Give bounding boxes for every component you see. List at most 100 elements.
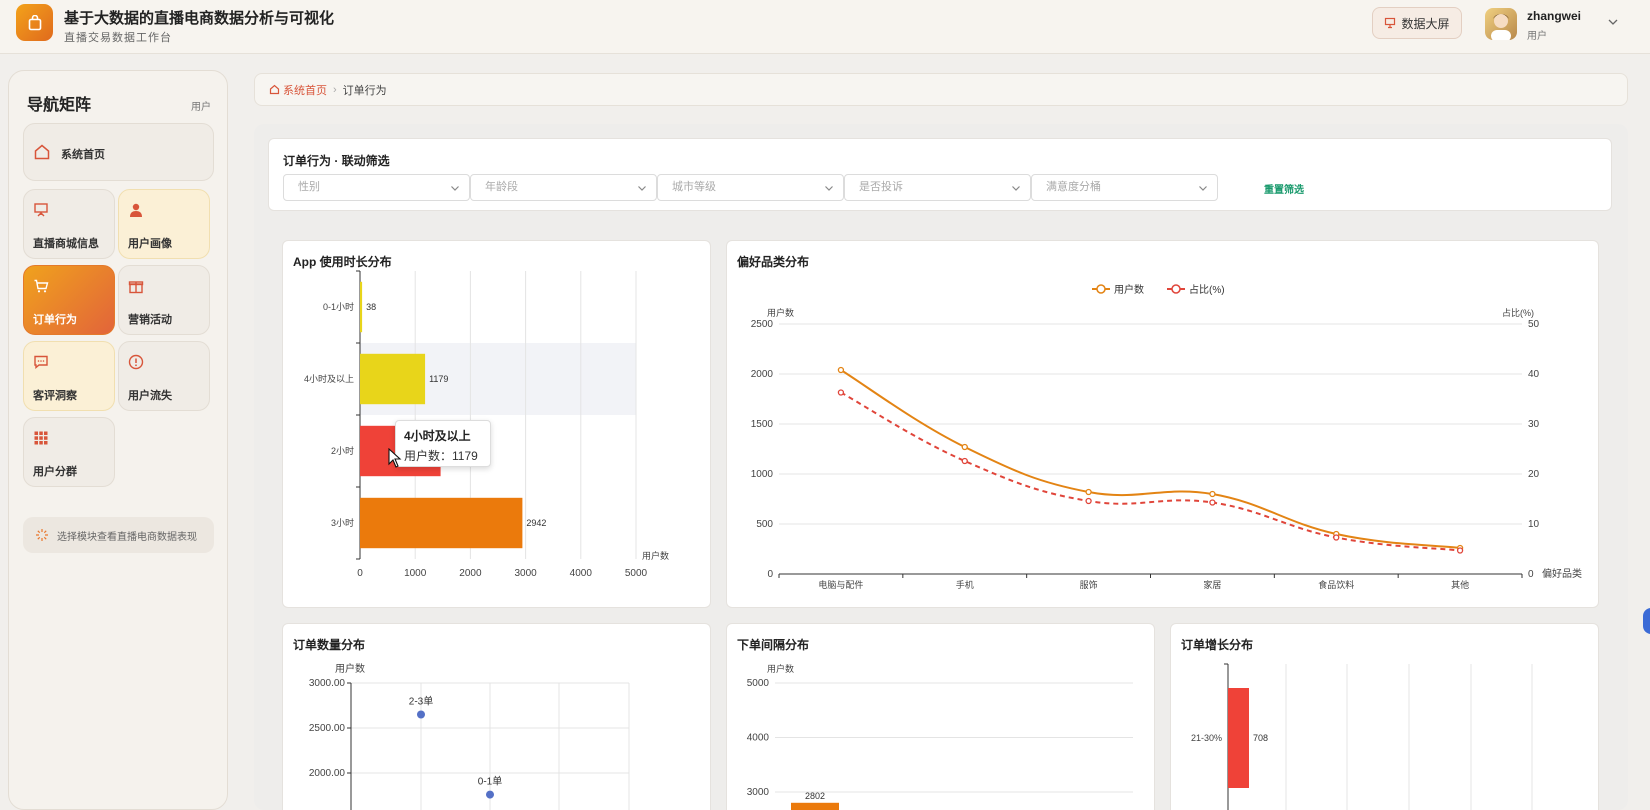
breadcrumb-current: 订单行为 — [342, 84, 387, 97]
y-category-label: 2小时 — [331, 445, 354, 456]
sidebar-item-home[interactable]: 系统首页 — [23, 123, 214, 181]
x-tick-label: 3000 — [514, 568, 537, 579]
y-right-axis-name: 占比(%) — [1502, 307, 1534, 318]
y-category-label: 21-30% — [1191, 733, 1222, 743]
tooltip-value: 用户数：1179 — [404, 449, 478, 463]
bar-value-label: 38 — [366, 302, 376, 312]
chevron-down-icon — [1199, 186, 1207, 191]
sidebar-title: 导航矩阵 — [27, 97, 92, 114]
select-placeholder: 是否投诉 — [859, 181, 903, 193]
shopping-bag-icon — [28, 14, 41, 30]
x-tick-label: 服饰 — [1080, 579, 1098, 590]
series-line — [840, 391, 1461, 552]
x-tick-label: 手机 — [956, 579, 974, 590]
data-point — [1456, 547, 1464, 554]
sidebar-item-segmentation[interactable]: 用户分群 — [23, 417, 115, 487]
y-left-tick-label: 1000 — [751, 469, 774, 480]
bar-value-label: 2802 — [805, 791, 825, 801]
sidebar-item-label: 用户流失 — [128, 390, 172, 402]
floating-assistant-button[interactable] — [1643, 608, 1650, 634]
legend-label: 用户数 — [1114, 283, 1144, 296]
gender-select[interactable]: 性别 — [283, 174, 470, 201]
sidebar-item-label: 直播商城信息 — [33, 238, 99, 250]
sidebar-item-live-mall[interactable]: 直播商城信息 — [23, 189, 115, 259]
satisfaction-select[interactable]: 满意度分桶 — [1031, 174, 1218, 201]
data-point — [837, 389, 845, 396]
chevron-down-icon — [451, 186, 459, 191]
legend-marker — [1096, 284, 1106, 294]
filter-title: 订单行为 · 联动筛选 — [283, 154, 390, 168]
user-role: 用户 — [1527, 31, 1547, 42]
breadcrumb: 系统首页 › 订单行为 — [254, 73, 1628, 106]
order-count-chart: 3000.00 2500.00 2000.00 用户数 2-3单 0-1单 — [309, 662, 630, 810]
x-tick-label: 5000 — [625, 568, 648, 579]
presentation-icon — [34, 203, 48, 217]
chevron-down-icon[interactable] — [1607, 16, 1619, 28]
chevron-down-icon — [638, 186, 646, 191]
tooltip-title: 4小时及以上 — [404, 429, 471, 443]
cart-icon — [34, 279, 49, 293]
order-count-chart-panel: 订单数量分布 3000.00 2500.00 2000.00 用户数 2-3单 0-1单 — [282, 623, 711, 810]
sidebar-item-label: 营销活动 — [128, 314, 172, 326]
x-tick-label: 2000 — [459, 568, 482, 579]
bar — [360, 353, 426, 405]
y-tick-label: 3000 — [747, 787, 770, 798]
sidebar-item-order-behavior[interactable]: 订单行为 — [23, 265, 115, 335]
mouse-cursor-icon — [388, 448, 402, 468]
sidebar-item-marketing[interactable]: 营销活动 — [118, 265, 210, 335]
city-tier-select[interactable]: 城市等级 — [657, 174, 844, 201]
chart-tooltip: 4小时及以上 用户数：1179 — [395, 420, 491, 467]
data-point — [837, 366, 845, 374]
y-tick-label: 4000 — [747, 733, 770, 744]
reset-filter-button[interactable]: 重置筛选 — [1264, 181, 1304, 196]
y-left-tick-label: 2000 — [751, 369, 774, 380]
point-label: 0-1单 — [478, 776, 502, 788]
filter-panel: 订单行为 · 联动筛选 性别 年龄段 城市等级 是否投诉 满意度分桶 重置筛选 — [268, 138, 1612, 211]
sidebar-item-label: 用户画像 — [128, 238, 172, 250]
bar-value-label: 2942 — [526, 518, 546, 528]
chevron-down-icon — [1012, 186, 1020, 191]
alert-icon — [128, 354, 144, 370]
app-usage-chart-panel: App 使用时长分布 0 1000 2000 3000 4000 5000 0-1小时 38 4… — [282, 240, 711, 608]
data-point — [1209, 499, 1216, 506]
y-left-tick-label: 2500 — [751, 319, 774, 330]
select-placeholder: 城市等级 — [672, 181, 716, 193]
scatter-point — [417, 710, 425, 719]
avatar[interactable] — [1485, 8, 1517, 40]
gift-icon — [128, 281, 144, 294]
bigscreen-button[interactable]: 数据大屏 — [1372, 7, 1462, 39]
x-axis-name: 用户数 — [642, 550, 669, 561]
order-growth-chart-panel: 订单增长分布 708 21-30% — [1170, 623, 1599, 810]
order-interval-chart: 5000 4000 3000 用户数 2802 — [747, 663, 1133, 810]
age-select[interactable]: 年龄段 — [470, 174, 657, 201]
sidebar-item-churn[interactable]: 用户流失 — [118, 341, 210, 411]
home-icon — [34, 144, 50, 160]
app-subtitle: 直播交易数据工作台 — [64, 32, 172, 44]
user-name: zhangwei — [1527, 9, 1582, 23]
y-tick-label: 2500.00 — [309, 723, 346, 734]
comment-icon — [34, 355, 48, 369]
bigscreen-label: 数据大屏 — [1401, 16, 1450, 31]
legend-marker — [1171, 284, 1181, 294]
y-category-label: 0-1小时 — [323, 301, 354, 312]
sidebar: 导航矩阵 用户 系统首页 直播商城信息 用户画像 订单行为 营销活动 客评洞察 … — [8, 70, 228, 810]
data-point — [1333, 534, 1340, 541]
sidebar-item-review-insight[interactable]: 客评洞察 — [23, 341, 115, 411]
order-interval-chart-panel: 下单间隔分布 5000 4000 3000 用户数 2802 — [726, 623, 1155, 810]
select-placeholder: 年龄段 — [485, 181, 518, 193]
sidebar-item-label: 订单行为 — [33, 314, 77, 326]
y-right-tick-label: 30 — [1528, 419, 1540, 430]
y-tick-label: 2000.00 — [309, 768, 346, 779]
data-point — [961, 443, 968, 451]
sidebar-item-label: 系统首页 — [61, 149, 105, 161]
breadcrumb-home[interactable]: 系统首页 — [269, 82, 327, 98]
series-line — [840, 369, 1461, 549]
x-tick-label: 1000 — [404, 568, 427, 579]
y-axis-name: 用户数 — [767, 663, 794, 674]
complaint-select[interactable]: 是否投诉 — [844, 174, 1031, 201]
bar — [1228, 688, 1249, 788]
y-left-axis-name: 用户数 — [767, 307, 794, 318]
app-title: 基于大数据的直播电商数据分析与可视化 — [64, 10, 335, 27]
sidebar-item-label: 客评洞察 — [33, 390, 77, 402]
sidebar-item-user-profile[interactable]: 用户画像 — [118, 189, 210, 259]
